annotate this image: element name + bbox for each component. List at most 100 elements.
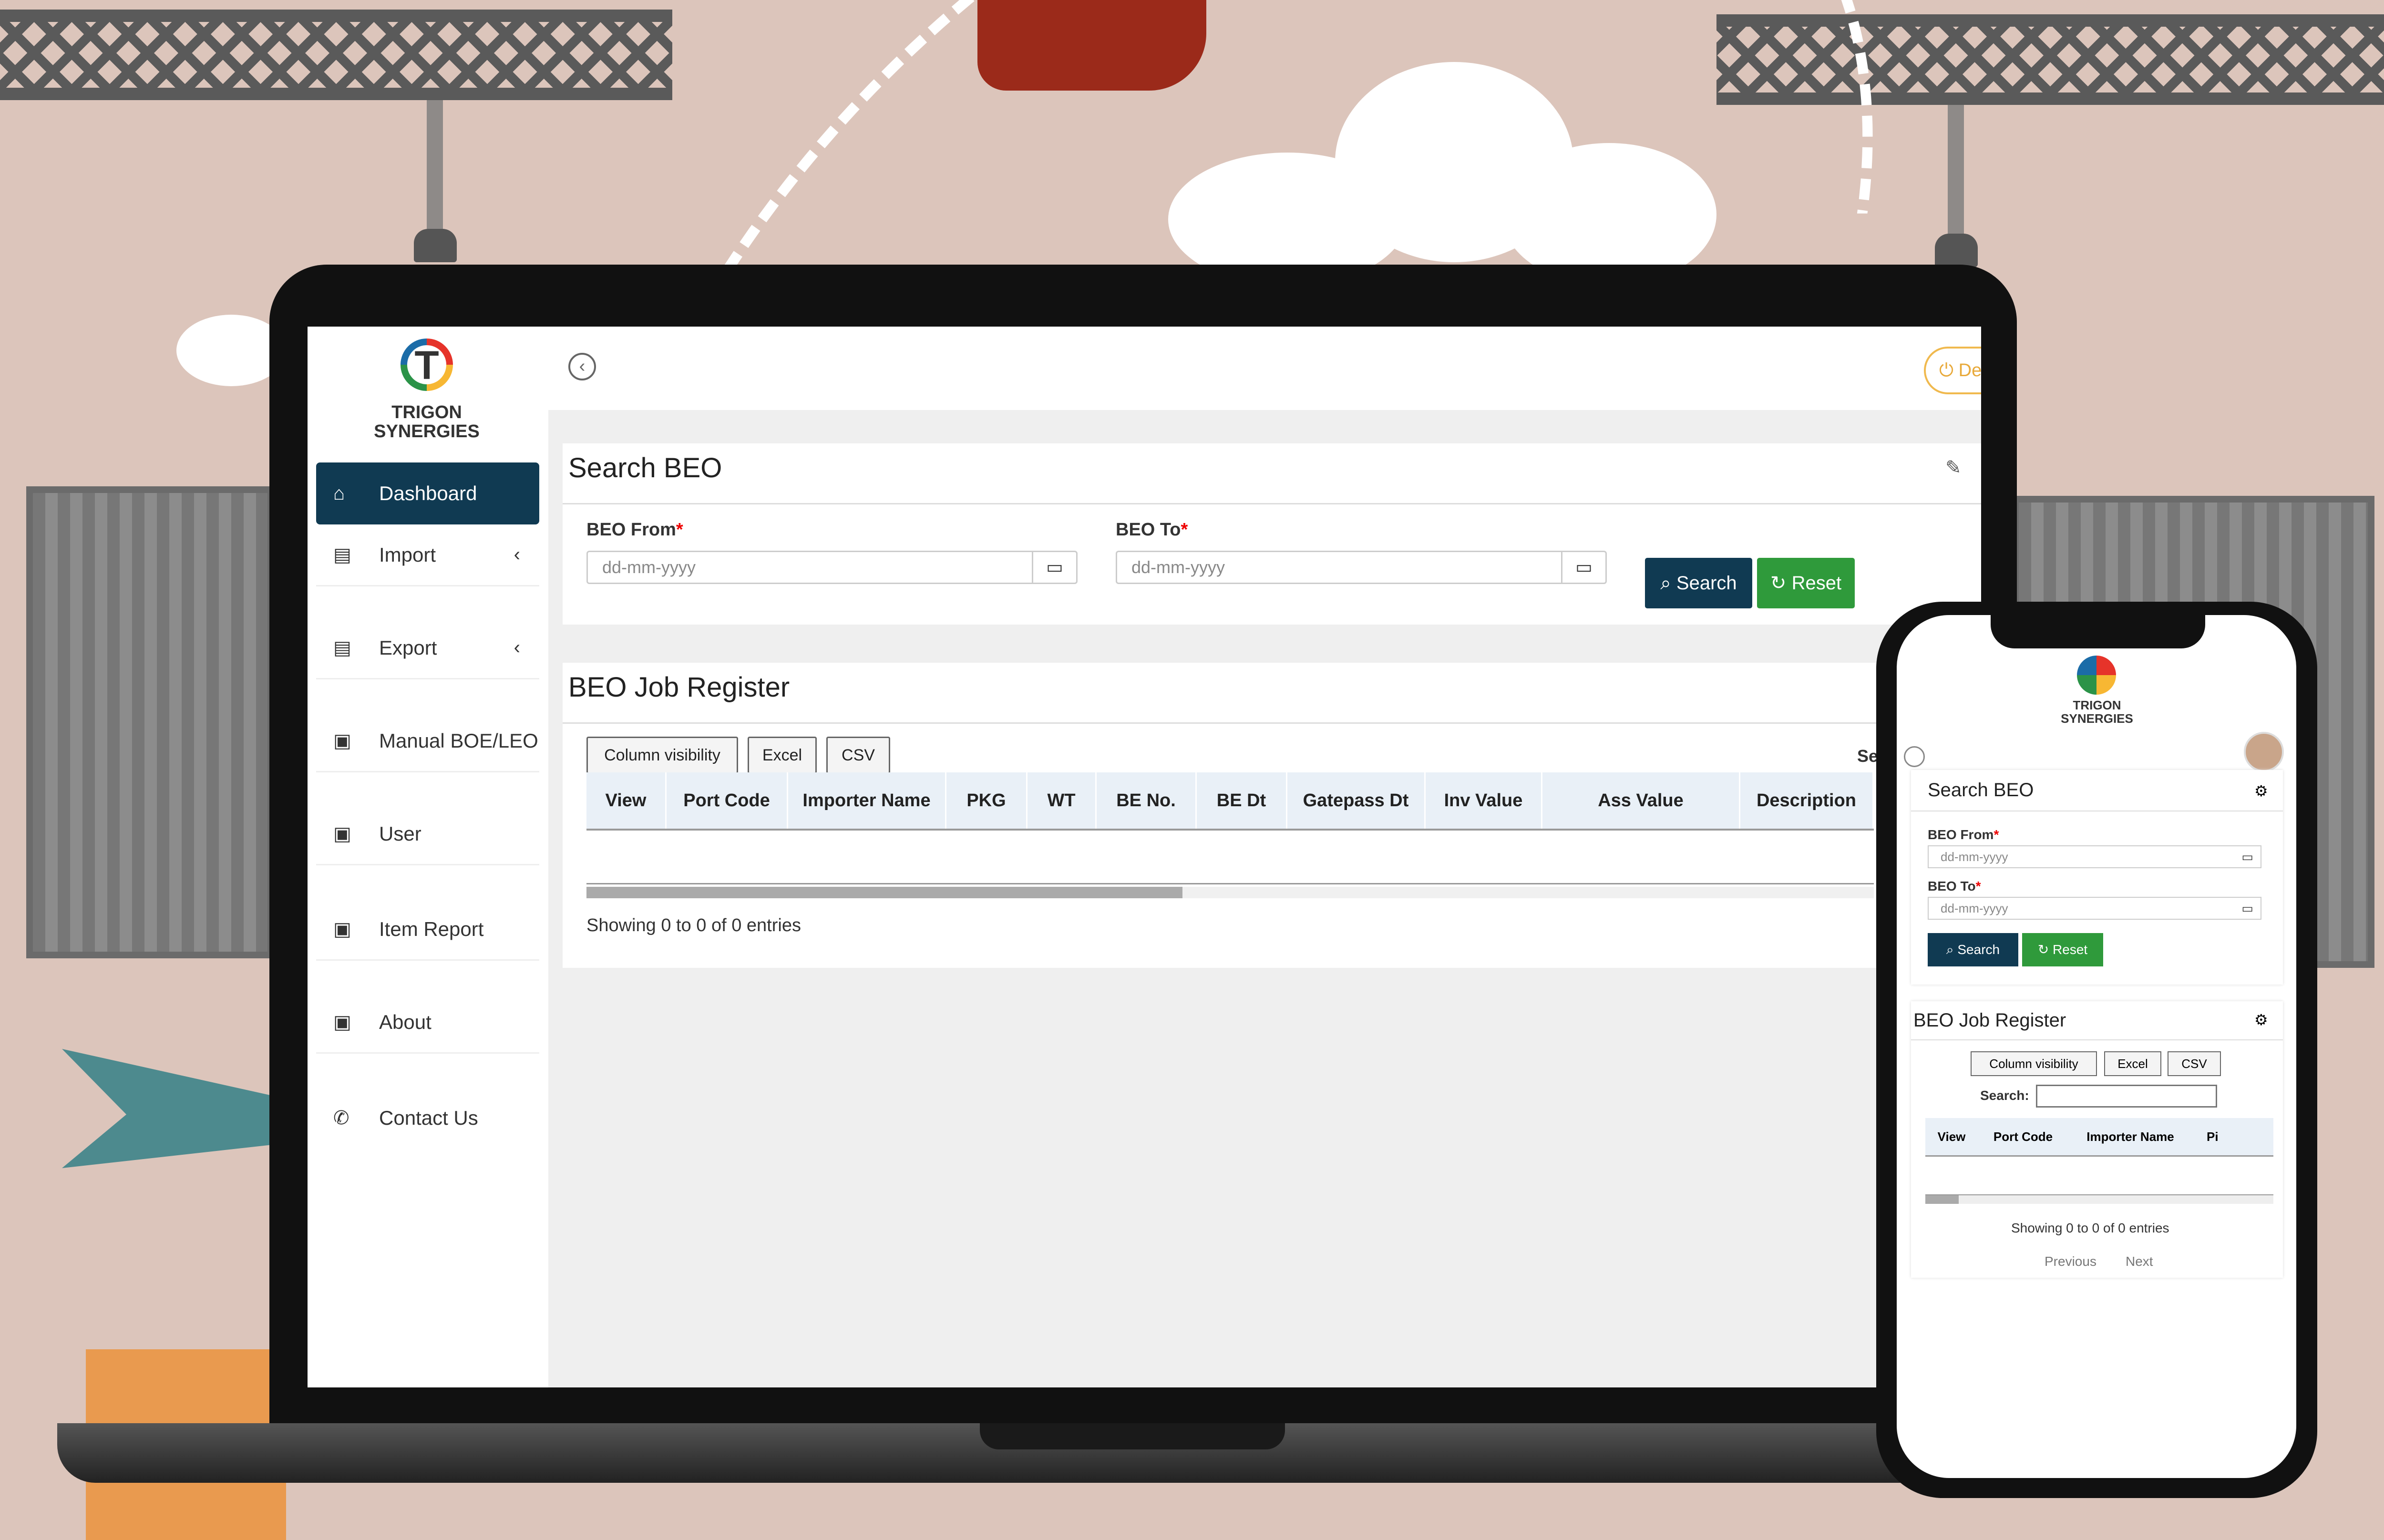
laptop-screen: T TRIGON SYNERGIES ⌂ Dashboard ▤ Import ‹… xyxy=(308,327,1981,1387)
home-icon: ⌂ xyxy=(333,483,345,504)
phone-notch xyxy=(1991,610,2205,648)
csv-button[interactable]: CSV xyxy=(826,737,890,774)
flag-shape xyxy=(62,1049,277,1168)
excel-button[interactable]: Excel xyxy=(2104,1051,2161,1076)
sidebar-item-export[interactable]: ▤ Export ‹ xyxy=(316,617,539,679)
column-header[interactable]: Pi xyxy=(2192,1118,2273,1155)
brand-logo-icon xyxy=(2077,656,2116,695)
beo-from-label: BEO From* xyxy=(1928,827,1999,842)
chevron-left-icon: ‹ xyxy=(579,356,586,376)
back-button[interactable] xyxy=(1904,746,1925,767)
search-icon: ⌕ xyxy=(1660,573,1671,594)
search-button[interactable]: ⌕ Search xyxy=(1928,933,2018,966)
crane-hook-right xyxy=(1935,234,1978,267)
column-header[interactable]: View xyxy=(1925,1118,1978,1155)
crane-left xyxy=(0,10,672,100)
column-visibility-button[interactable]: Column visibility xyxy=(1971,1051,2097,1076)
column-header[interactable]: Importer Name xyxy=(788,772,946,829)
beo-to-input[interactable]: dd-mm-yyyy ▭ xyxy=(1928,897,2261,920)
back-button[interactable]: ‹ xyxy=(568,353,596,380)
crane-hook-left xyxy=(414,229,457,262)
brand-logo-icon: T xyxy=(401,339,453,391)
table-header: View Port Code Importer Name Pi xyxy=(1925,1118,2273,1157)
mobile-register-card: BEO Job Register ⚙ Column visibility Exc… xyxy=(1911,1001,2283,1278)
sidebar-item-manual-boe-leo[interactable]: ▣ Manual BOE/LEO xyxy=(316,710,539,772)
horizontal-scrollbar[interactable] xyxy=(1925,1194,2273,1204)
column-header[interactable]: Ass Value xyxy=(1542,772,1740,829)
beo-to-label: BEO To* xyxy=(1928,879,1981,893)
horizontal-scrollbar[interactable] xyxy=(586,887,1874,898)
divider xyxy=(563,722,1981,724)
column-header[interactable]: Inv Value xyxy=(1426,772,1542,829)
column-header[interactable]: Port Code xyxy=(667,772,788,829)
container-left xyxy=(26,486,274,958)
beo-to-input[interactable]: dd-mm-yyyy ▭ xyxy=(1116,551,1607,584)
sidebar-item-user[interactable]: ▣ User xyxy=(316,803,539,865)
beo-from-input[interactable]: dd-mm-yyyy ▭ xyxy=(586,551,1078,584)
calendar-icon[interactable]: ▭ xyxy=(2241,898,2253,919)
calendar-icon[interactable]: ▭ xyxy=(1561,552,1605,583)
phone-icon: ✆ xyxy=(333,1108,349,1129)
table-search-label: Se xyxy=(1857,746,1879,766)
table-info: Showing 0 to 0 of 0 entries xyxy=(2011,1221,2169,1235)
brand-name: TRIGON SYNERGIES xyxy=(2061,698,2133,726)
column-visibility-button[interactable]: Column visibility xyxy=(586,737,738,774)
sidebar-item-item-report[interactable]: ▣ Item Report xyxy=(316,899,539,961)
gear-icon[interactable]: ⚙ xyxy=(2254,782,2268,800)
beo-from-input[interactable]: dd-mm-yyyy ▭ xyxy=(1928,845,2261,868)
column-header[interactable]: View xyxy=(586,772,667,829)
table-search-input[interactable] xyxy=(2036,1085,2217,1108)
scrollbar-thumb[interactable] xyxy=(1925,1195,1959,1204)
column-header[interactable]: Port Code xyxy=(1978,1118,2068,1155)
column-header[interactable]: Description xyxy=(1740,772,1874,829)
search-icon: ⌕ xyxy=(1946,942,1954,957)
divider xyxy=(563,503,1981,504)
crane-pole-right xyxy=(1948,105,1964,238)
reset-button[interactable]: ↻ Reset xyxy=(2022,933,2103,966)
divider xyxy=(1911,1039,2283,1040)
pencil-icon[interactable]: ✎ xyxy=(1945,457,1962,479)
search-beo-card: Search BEO ✎ BEO From* dd-mm-yyyy ▭ BEO … xyxy=(563,443,1981,625)
previous-button[interactable]: Previous xyxy=(2045,1254,2096,1269)
sidebar-item-dashboard[interactable]: ⌂ Dashboard xyxy=(316,462,539,524)
id-card-icon: ▤ xyxy=(333,637,351,658)
laptop-notch xyxy=(980,1423,1285,1449)
beo-to-label: BEO To* xyxy=(1116,520,1188,540)
reset-button[interactable]: ↻ Reset xyxy=(1757,558,1855,608)
sidebar-item-about[interactable]: ▣ About xyxy=(316,992,539,1054)
calendar-icon[interactable]: ▭ xyxy=(1032,552,1076,583)
sidebar-item-import[interactable]: ▤ Import ‹ xyxy=(316,524,539,586)
beo-job-register-card: BEO Job Register Column visibility Excel… xyxy=(563,663,1981,968)
clipboard-user-icon: ▣ xyxy=(333,918,351,940)
scrollbar-thumb[interactable] xyxy=(586,887,1182,898)
crane-pole-left xyxy=(427,100,443,234)
column-header[interactable]: BE No. xyxy=(1097,772,1197,829)
table-search-label: Search: xyxy=(1980,1088,2029,1103)
column-header[interactable]: Gatepass Dt xyxy=(1287,772,1426,829)
column-header[interactable]: PKG xyxy=(946,772,1028,829)
refresh-icon: ↻ xyxy=(1770,573,1787,594)
excel-button[interactable]: Excel xyxy=(748,737,817,774)
clipboard-user-icon: ▣ xyxy=(333,730,351,751)
search-button[interactable]: ⌕ Search xyxy=(1645,558,1752,608)
card-title: BEO Job Register xyxy=(568,672,790,703)
table-empty-body xyxy=(586,831,1874,884)
gear-icon[interactable]: ⚙ xyxy=(2254,1011,2268,1029)
power-icon: ⏻ xyxy=(1939,360,1954,380)
top-bar: ‹ ⏻ De xyxy=(548,327,1981,410)
avatar[interactable] xyxy=(2244,732,2284,772)
column-header[interactable]: Importer Name xyxy=(2068,1118,2192,1155)
column-header[interactable]: BE Dt xyxy=(1197,772,1287,829)
beo-from-label: BEO From* xyxy=(586,520,683,540)
power-button[interactable]: ⏻ De xyxy=(1924,347,1981,394)
column-header[interactable]: WT xyxy=(1028,772,1097,829)
clipboard-user-icon: ▣ xyxy=(333,823,351,844)
mobile-search-card: Search BEO ⚙ BEO From* dd-mm-yyyy ▭ BEO … xyxy=(1911,770,2283,985)
next-button[interactable]: Next xyxy=(2126,1254,2153,1269)
refresh-icon: ↻ xyxy=(2037,942,2049,957)
card-title: BEO Job Register xyxy=(1913,1010,2066,1031)
table-header: View Port Code Importer Name PKG WT BE N… xyxy=(586,772,1874,831)
calendar-icon[interactable]: ▭ xyxy=(2241,846,2253,867)
csv-button[interactable]: CSV xyxy=(2168,1051,2221,1076)
sidebar-item-contact-us[interactable]: ✆ Contact Us xyxy=(316,1087,539,1149)
